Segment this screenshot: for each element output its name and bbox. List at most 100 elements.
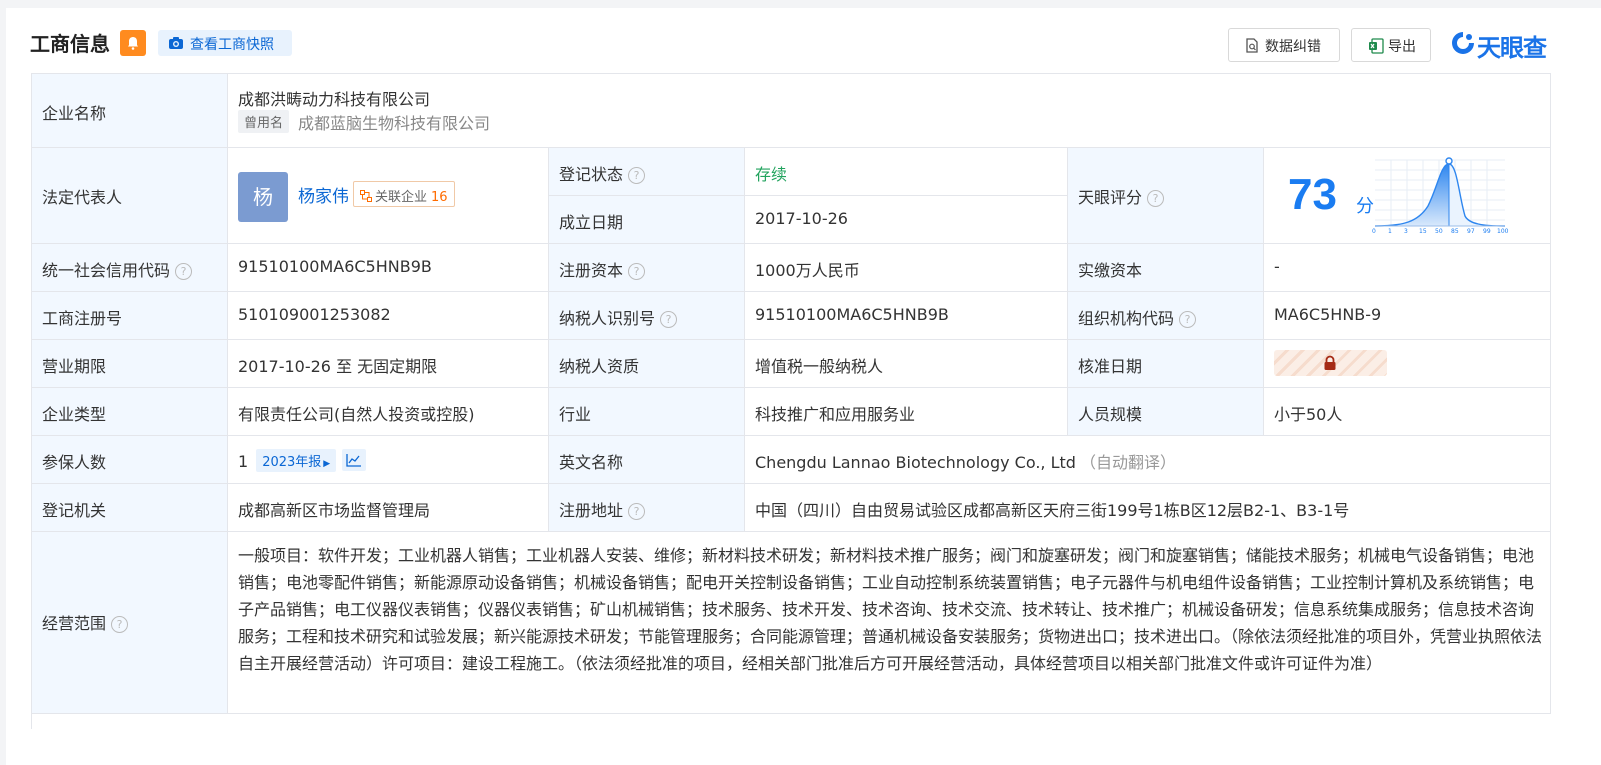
english-name-cell: Chengdu Lannao Biotechnology Co., Ltd （自动… [745, 436, 1551, 484]
lock-icon [1322, 355, 1338, 375]
question-icon[interactable]: ? [175, 263, 193, 280]
legal-rep-cell: 杨 杨家伟 关联企业 16 [228, 148, 549, 244]
reg-address-cell: 中国（四川）自由贸易试验区成都高新区天府三街199号1栋B区12层B2-1、B3… [745, 484, 1551, 532]
score-label: 天眼评分 [1078, 188, 1143, 207]
annual-report-year-dropdown[interactable]: 2023年报 ▶ [256, 449, 337, 472]
export-label: 导出 [1388, 39, 1416, 55]
data-correction-button[interactable]: 数据纠错 [1228, 28, 1340, 62]
reg-status-label: 登记状态 [559, 165, 624, 184]
question-icon[interactable]: ? [628, 503, 646, 520]
industry-label: 行业 [559, 405, 592, 424]
score-unit: 分 [1356, 196, 1374, 217]
company-name-label-cell: 企业名称 [32, 74, 228, 148]
related-companies-label: 关联企业 [375, 190, 428, 205]
score-tick: 1 [1388, 228, 1392, 235]
taxpayer-type-label-cell: 纳税人资质 [549, 340, 745, 388]
reg-authority-label-cell: 登记机关 [32, 484, 228, 532]
found-date-label-cell: 成立日期 [549, 196, 745, 244]
staff-size-cell: 小于50人 [1264, 388, 1551, 436]
legal-rep-label-cell: 法定代表人 [32, 148, 228, 244]
legal-rep-name-link[interactable]: 杨家伟 [298, 182, 349, 207]
bell-icon[interactable] [120, 30, 146, 56]
staff-size-label-cell: 人员规模 [1068, 388, 1264, 436]
approve-date-label: 核准日期 [1078, 357, 1143, 376]
question-icon[interactable]: ? [111, 616, 129, 633]
score-label-cell: 天眼评分? [1068, 148, 1264, 244]
score-value: 73 [1288, 170, 1337, 219]
taxpayer-type-value: 增值税一般纳税人 [755, 357, 884, 376]
industry-value: 科技推广和应用服务业 [755, 405, 916, 424]
scope-label: 经营范围 [42, 614, 107, 633]
score-tick: 85 [1451, 228, 1459, 235]
reg-capital-label-cell: 注册资本? [549, 244, 745, 292]
found-date-label: 成立日期 [559, 213, 624, 232]
section-title: 工商信息 [30, 32, 110, 56]
english-name-value: Chengdu Lannao Biotechnology Co., Ltd [755, 453, 1076, 472]
question-icon[interactable]: ? [1147, 190, 1165, 207]
reg-address-label: 注册地址 [559, 501, 624, 520]
taxpayer-id-cell: 91510100MA6C5HNB9B [745, 292, 1068, 340]
reg-capital-value: 1000万人民币 [755, 261, 860, 280]
insured-value: 1 [238, 452, 249, 471]
former-name: 成都蓝脑生物科技有限公司 [298, 114, 491, 133]
score-tick: 97 [1467, 228, 1475, 235]
export-button[interactable]: 导出 [1351, 28, 1431, 62]
term-label: 营业期限 [42, 357, 107, 376]
annual-report-year-label: 2023年报 [262, 455, 322, 470]
snapshot-button[interactable]: 查看工商快照 [158, 30, 292, 56]
taxpayer-id-label: 纳税人识别号 [559, 309, 656, 328]
reg-authority-label: 登记机关 [42, 501, 107, 520]
industry-label-cell: 行业 [549, 388, 745, 436]
term-value: 2017-10-26 至 无固定期限 [238, 357, 438, 376]
credit-code-cell: 91510100MA6C5HNB9B [228, 244, 549, 292]
company-type-cell: 有限责任公司(自然人投资或控股) [228, 388, 549, 436]
credit-code-label-cell: 统一社会信用代码? [32, 244, 228, 292]
company-type-label: 企业类型 [42, 405, 107, 424]
reg-no-label-cell: 工商注册号 [32, 292, 228, 340]
reg-address-label-cell: 注册地址? [549, 484, 745, 532]
relation-icon [360, 190, 372, 202]
paid-capital-label: 实缴资本 [1078, 261, 1143, 280]
reg-status-cell: 存续 [745, 148, 1068, 196]
reg-status-label-cell: 登记状态? [549, 148, 745, 196]
legal-rep-label: 法定代表人 [42, 188, 123, 207]
score-tick: 100 [1497, 228, 1509, 235]
reg-authority-value: 成都高新区市场监督管理局 [238, 501, 431, 520]
related-companies-tag[interactable]: 关联企业 16 [353, 181, 455, 207]
term-label-cell: 营业期限 [32, 340, 228, 388]
score-cell[interactable]: 73 分 0 1 3 15 50 85 97 99 100 [1264, 148, 1551, 244]
reg-capital-cell: 1000万人民币 [745, 244, 1068, 292]
paid-capital-value: - [1274, 257, 1280, 276]
question-icon[interactable]: ? [628, 167, 646, 184]
credit-code-label: 统一社会信用代码 [42, 261, 171, 280]
company-name: 成都洪畴动力科技有限公司 [238, 90, 431, 109]
related-companies-count: 16 [431, 190, 448, 205]
question-icon[interactable]: ? [628, 263, 646, 280]
org-code-value: MA6C5HNB-9 [1274, 305, 1382, 324]
score-axis-ticks: 0 1 3 15 50 85 97 99 100 [1372, 228, 1508, 238]
avatar[interactable]: 杨 [238, 172, 288, 222]
scope-cell: 一般项目：软件开发；工业机器人销售；工业机器人安装、维修；新材料技术研发；新材料… [228, 532, 1551, 714]
reg-authority-cell: 成都高新区市场监督管理局 [228, 484, 549, 532]
taxpayer-id-value: 91510100MA6C5HNB9B [755, 305, 949, 324]
former-name-tag: 曾用名 [238, 110, 290, 133]
company-type-value: 有限责任公司(自然人投资或控股) [238, 405, 475, 424]
reg-no-label: 工商注册号 [42, 309, 123, 328]
industry-cell: 科技推广和应用服务业 [745, 388, 1068, 436]
caret-right-icon: ▶ [323, 459, 331, 469]
approve-date-label-cell: 核准日期 [1068, 340, 1264, 388]
found-date-value: 2017-10-26 [755, 209, 848, 228]
locked-content-button[interactable] [1274, 350, 1387, 376]
org-code-label-cell: 组织机构代码? [1068, 292, 1264, 340]
question-icon[interactable]: ? [1179, 311, 1197, 328]
camera-icon [168, 36, 184, 54]
score-tick: 15 [1419, 228, 1427, 235]
scope-label-cell: 经营范围? [32, 532, 228, 714]
snapshot-label: 查看工商快照 [190, 37, 274, 53]
question-icon[interactable]: ? [660, 311, 678, 328]
scope-value: 一般项目：软件开发；工业机器人销售；工业机器人安装、维修；新材料技术研发；新材料… [238, 546, 1543, 673]
paid-capital-label-cell: 实缴资本 [1068, 244, 1264, 292]
credit-code-value: 91510100MA6C5HNB9B [238, 257, 432, 276]
trend-icon[interactable] [342, 449, 367, 471]
reg-no-cell: 510109001253082 [228, 292, 549, 340]
